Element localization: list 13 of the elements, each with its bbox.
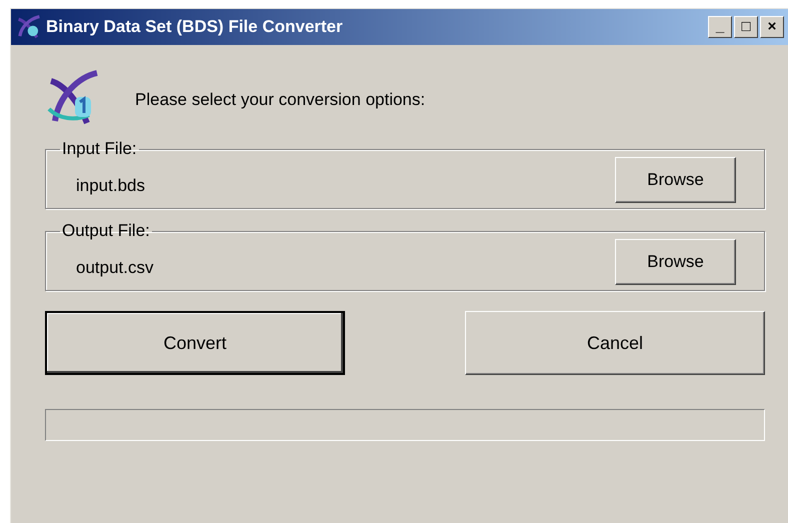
browse-button[interactable]: Browse xyxy=(615,238,736,284)
action-button[interactable]: Convert xyxy=(45,311,345,375)
group-label: Input File: xyxy=(61,139,138,159)
browse-button[interactable]: Browse xyxy=(615,156,736,202)
instruction-text: Please select your conversion options: xyxy=(135,90,426,110)
window-title: Binary Data Set (BDS) File Converter xyxy=(46,17,344,37)
window-control-button[interactable]: × xyxy=(760,16,784,38)
window-control-button[interactable]: _ xyxy=(708,16,732,38)
file-path: input.bds xyxy=(76,176,145,196)
action-button[interactable]: Cancel xyxy=(465,311,765,375)
file-path: output.csv xyxy=(76,258,154,278)
group-label: Output File: xyxy=(61,221,151,241)
window-control-button[interactable]: □ xyxy=(734,16,758,38)
